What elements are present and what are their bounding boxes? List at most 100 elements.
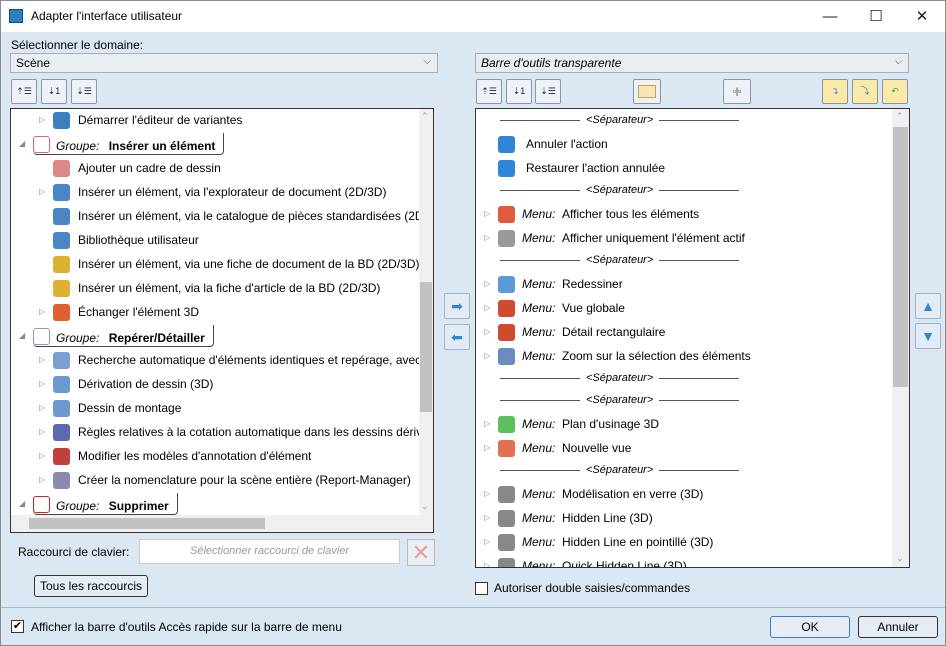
tree-item[interactable]: ▷ Échanger l'élément 3D [11, 300, 421, 324]
separator-item[interactable]: <Séparateur> [494, 368, 745, 388]
tree-item[interactable]: ▷ Modifier les modèles d'annotation d'élé… [11, 444, 421, 468]
move-down-sort-button[interactable]: ⇣☰ [71, 79, 97, 104]
separator-button[interactable]: ▫|▫ [723, 79, 751, 104]
scroll-down-icon[interactable]: ⌄ [421, 501, 429, 512]
expander-collapsed-icon[interactable]: ▷ [484, 436, 490, 460]
expander-collapsed-icon[interactable]: ▷ [484, 554, 490, 567]
tree-item[interactable]: Ajouter un cadre de dessin [11, 156, 421, 180]
cancel-button[interactable]: Annuler [858, 616, 938, 638]
folder-button[interactable] [633, 79, 661, 104]
toolbar-item[interactable]: ▷ Menu: Afficher uniquement l'élément acti… [476, 226, 893, 250]
expander-collapsed-icon[interactable]: ▷ [484, 506, 490, 530]
tree-group[interactable]: ◢ Groupe: Insérer un élément [11, 132, 421, 156]
expander-expanded-icon[interactable]: ◢ [19, 492, 25, 515]
toolbar-item[interactable]: ▷ Menu: Zoom sur la sélection des éléments [476, 344, 893, 368]
minimize-button[interactable]: — [807, 1, 853, 32]
sort-numeric-button[interactable]: ⇣1 [41, 79, 67, 104]
toolbar-item[interactable]: ▷ Menu: Hidden Line en pointillé (3D) [476, 530, 893, 554]
double-entries-checkbox[interactable] [475, 582, 488, 595]
tree-item[interactable]: ▷ Recherche automatique d'éléments identi… [11, 348, 421, 372]
expander-collapsed-icon[interactable]: ▷ [39, 180, 45, 204]
toolbar-item[interactable]: ▷ Menu: Plan d'usinage 3D [476, 412, 893, 436]
tree-item[interactable]: Insérer un élément, via le catalogue de … [11, 204, 421, 228]
expander-collapsed-icon[interactable]: ▷ [39, 300, 45, 324]
remove-left-button[interactable]: ⬅ [444, 324, 470, 350]
tree-item[interactable]: ▷ Démarrer l'éditeur de variantes [11, 109, 421, 132]
toolbar-item[interactable]: Annuler l'action [476, 132, 893, 156]
tree-item[interactable]: Insérer un élément, via une fiche de doc… [11, 252, 421, 276]
quick-access-checkbox[interactable]: ✔ [11, 620, 24, 633]
toolbar-item[interactable]: ▷ Menu: Nouvelle vue [476, 436, 893, 460]
expander-collapsed-icon[interactable]: ▷ [484, 226, 490, 250]
vertical-scrollbar[interactable]: ⌃ ⌄ [892, 109, 909, 567]
close-button[interactable]: ✕ [899, 1, 945, 32]
expander-collapsed-icon[interactable]: ▷ [484, 344, 490, 368]
scroll-up-icon[interactable]: ⌃ [896, 111, 904, 122]
all-shortcuts-button[interactable]: Tous les raccourcis [34, 575, 148, 597]
tree-group[interactable]: ◢ Groupe: Supprimer [11, 492, 421, 515]
tree-item[interactable]: ▷ Dérivation de dessin (3D) [11, 372, 421, 396]
hscroll-thumb[interactable] [29, 518, 265, 529]
tree-item[interactable]: ▷ Règles relatives à la cotation automati… [11, 420, 421, 444]
separator-item[interactable]: <Séparateur> [494, 110, 745, 130]
expander-collapsed-icon[interactable]: ▷ [39, 396, 45, 420]
expander-collapsed-icon[interactable]: ▷ [484, 320, 490, 344]
expander-collapsed-icon[interactable]: ▷ [39, 372, 45, 396]
toolbar-item[interactable]: ▷ Menu: Détail rectangulaire [476, 320, 893, 344]
domain-select[interactable]: Scène ⌵ [10, 53, 438, 73]
separator-item[interactable]: <Séparateur> [494, 180, 745, 200]
export-button[interactable]: ⤵ [852, 79, 878, 104]
expander-collapsed-icon[interactable]: ▷ [484, 412, 490, 436]
toolbar-item[interactable]: ▷ Menu: Quick Hidden Line (3D) [476, 554, 893, 567]
toolbar-tree[interactable]: <Séparateur> Annuler l'action Restaurer l'… [475, 108, 910, 568]
add-right-button[interactable]: ➡ [444, 293, 470, 319]
tree-item[interactable]: Insérer un élément, via la fiche d'artic… [11, 276, 421, 300]
sort-numeric-button[interactable]: ⇣1 [506, 79, 532, 104]
expander-expanded-icon[interactable]: ◢ [19, 324, 25, 348]
expander-collapsed-icon[interactable]: ▷ [484, 530, 490, 554]
vertical-scrollbar[interactable]: ⌃ ⌄ [419, 109, 433, 515]
import-button[interactable]: ↴ [822, 79, 848, 104]
expander-collapsed-icon[interactable]: ▷ [39, 468, 45, 492]
expander-collapsed-icon[interactable]: ▷ [484, 202, 490, 226]
toolbar-item[interactable]: ▷ Menu: Afficher tous les éléments [476, 202, 893, 226]
move-up-sort-button[interactable]: ⇡☰ [476, 79, 502, 104]
maximize-button[interactable]: ☐ [853, 1, 899, 32]
scroll-thumb[interactable] [893, 127, 908, 387]
clear-shortcut-button[interactable]: ✕ [407, 539, 435, 566]
toolbar-item[interactable]: ▷ Menu: Hidden Line (3D) [476, 506, 893, 530]
tree-item[interactable]: ▷ Dessin de montage [11, 396, 421, 420]
scroll-up-icon[interactable]: ⌃ [421, 111, 429, 122]
move-down-sort-button[interactable]: ⇣☰ [535, 79, 561, 104]
tree-item[interactable]: ▷ Insérer un élément, via l'explorateur d… [11, 180, 421, 204]
separator-item[interactable]: <Séparateur> [494, 250, 745, 270]
separator-item[interactable]: <Séparateur> [494, 390, 745, 410]
reset-button[interactable]: ↶ [882, 79, 908, 104]
command-tree[interactable]: ▷ Démarrer l'éditeur de variantes ◢ Groupe:… [10, 108, 434, 533]
tree-item[interactable]: Bibliothèque utilisateur [11, 228, 421, 252]
expander-collapsed-icon[interactable]: ▷ [484, 296, 490, 320]
toolbar-item[interactable]: ▷ Menu: Vue globale [476, 296, 893, 320]
expander-collapsed-icon[interactable]: ▷ [39, 109, 45, 132]
expander-collapsed-icon[interactable]: ▷ [39, 444, 45, 468]
toolbar-select[interactable]: Barre d'outils transparente ⌵ [475, 53, 909, 73]
toolbar-item[interactable]: ▷ Menu: Modélisation en verre (3D) [476, 482, 893, 506]
move-up-button[interactable]: ▲ [915, 293, 941, 319]
expander-collapsed-icon[interactable]: ▷ [39, 348, 45, 372]
ok-button[interactable]: OK [770, 616, 850, 638]
move-up-sort-button[interactable]: ⇡☰ [11, 79, 37, 104]
move-down-button[interactable]: ▼ [915, 323, 941, 349]
expander-collapsed-icon[interactable]: ▷ [484, 482, 490, 506]
horizontal-scrollbar[interactable] [11, 515, 433, 532]
separator-item[interactable]: <Séparateur> [494, 460, 745, 480]
toolbar-item[interactable]: Restaurer l'action annulée [476, 156, 893, 180]
expander-collapsed-icon[interactable]: ▷ [39, 420, 45, 444]
tree-group[interactable]: ◢ Groupe: Repérer/Détailler [11, 324, 421, 348]
toolbar-item[interactable]: ▷ Menu: Redessiner [476, 272, 893, 296]
tree-item[interactable]: ▷ Créer la nomenclature pour la scène ent… [11, 468, 421, 492]
scroll-down-icon[interactable]: ⌄ [896, 553, 904, 564]
scroll-thumb[interactable] [420, 282, 432, 412]
shortcut-input[interactable]: Sélectionner raccourci de clavier [139, 539, 400, 564]
expander-collapsed-icon[interactable]: ▷ [484, 272, 490, 296]
expander-expanded-icon[interactable]: ◢ [19, 132, 25, 156]
